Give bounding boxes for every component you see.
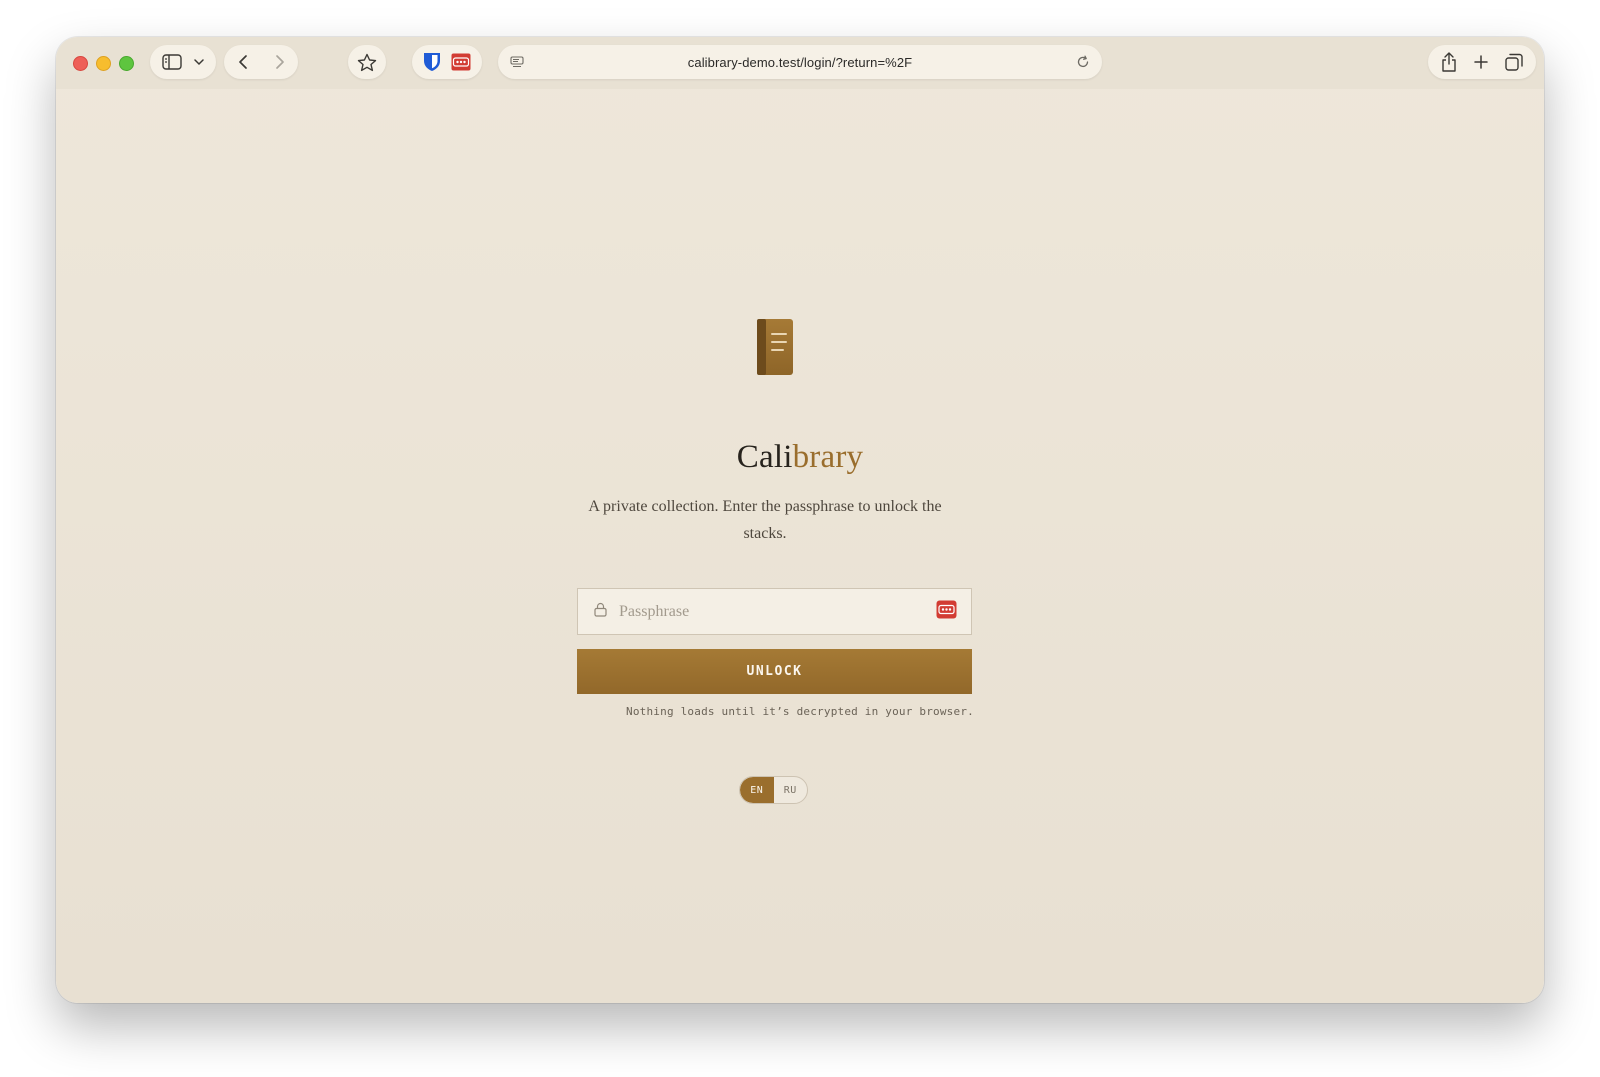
security-note: Nothing loads until it’s decrypted in yo… bbox=[626, 705, 974, 718]
browser-window: calibrary-demo.test/login/?return=%2F Ca… bbox=[56, 37, 1544, 1003]
minimize-window-button[interactable] bbox=[96, 56, 111, 71]
passphrase-input[interactable] bbox=[617, 601, 936, 622]
brand-title-accent: brary bbox=[792, 439, 864, 475]
tagline: A private collection. Enter the passphra… bbox=[588, 498, 942, 542]
unlock-button[interactable]: UNLOCK bbox=[577, 649, 972, 694]
language-option-en[interactable]: EN bbox=[740, 777, 774, 803]
passphrase-field[interactable] bbox=[577, 588, 972, 635]
star-icon bbox=[357, 53, 377, 72]
plus-icon[interactable] bbox=[1474, 55, 1488, 69]
lock-icon bbox=[594, 602, 607, 622]
language-option-ru[interactable]: RU bbox=[774, 777, 808, 803]
navigation-group bbox=[224, 45, 298, 79]
zoom-window-button[interactable] bbox=[119, 56, 134, 71]
window-actions-group bbox=[1428, 45, 1536, 79]
tab-overview-icon[interactable] bbox=[1505, 53, 1524, 71]
close-window-button[interactable] bbox=[73, 56, 88, 71]
page-content: Calibrary A private collection. Enter th… bbox=[56, 89, 1544, 1003]
reader-icon[interactable] bbox=[510, 56, 524, 68]
share-icon[interactable] bbox=[1441, 52, 1457, 72]
extensions-group bbox=[412, 45, 482, 79]
address-bar[interactable]: calibrary-demo.test/login/?return=%2F bbox=[498, 45, 1102, 79]
password-dots-icon[interactable] bbox=[451, 53, 471, 71]
browser-toolbar: calibrary-demo.test/login/?return=%2F bbox=[56, 37, 1544, 89]
brand-title-primary: Cali bbox=[736, 439, 793, 475]
reload-icon[interactable] bbox=[1076, 55, 1090, 69]
book-icon bbox=[756, 318, 794, 381]
sidebar-icon[interactable] bbox=[162, 54, 182, 70]
chevron-down-icon[interactable] bbox=[194, 58, 204, 66]
url-text[interactable]: calibrary-demo.test/login/?return=%2F bbox=[524, 55, 1076, 70]
chevron-left-icon[interactable] bbox=[238, 54, 248, 70]
bookmark-button[interactable] bbox=[348, 45, 386, 79]
brand-title: Calibrary bbox=[56, 439, 1544, 476]
bitwarden-shield-icon[interactable] bbox=[423, 52, 441, 72]
language-switcher: EN RU bbox=[739, 776, 808, 804]
sidebar-toggle-group bbox=[150, 45, 216, 79]
chevron-right-icon[interactable] bbox=[275, 54, 285, 70]
password-autofill-icon[interactable] bbox=[936, 600, 957, 624]
